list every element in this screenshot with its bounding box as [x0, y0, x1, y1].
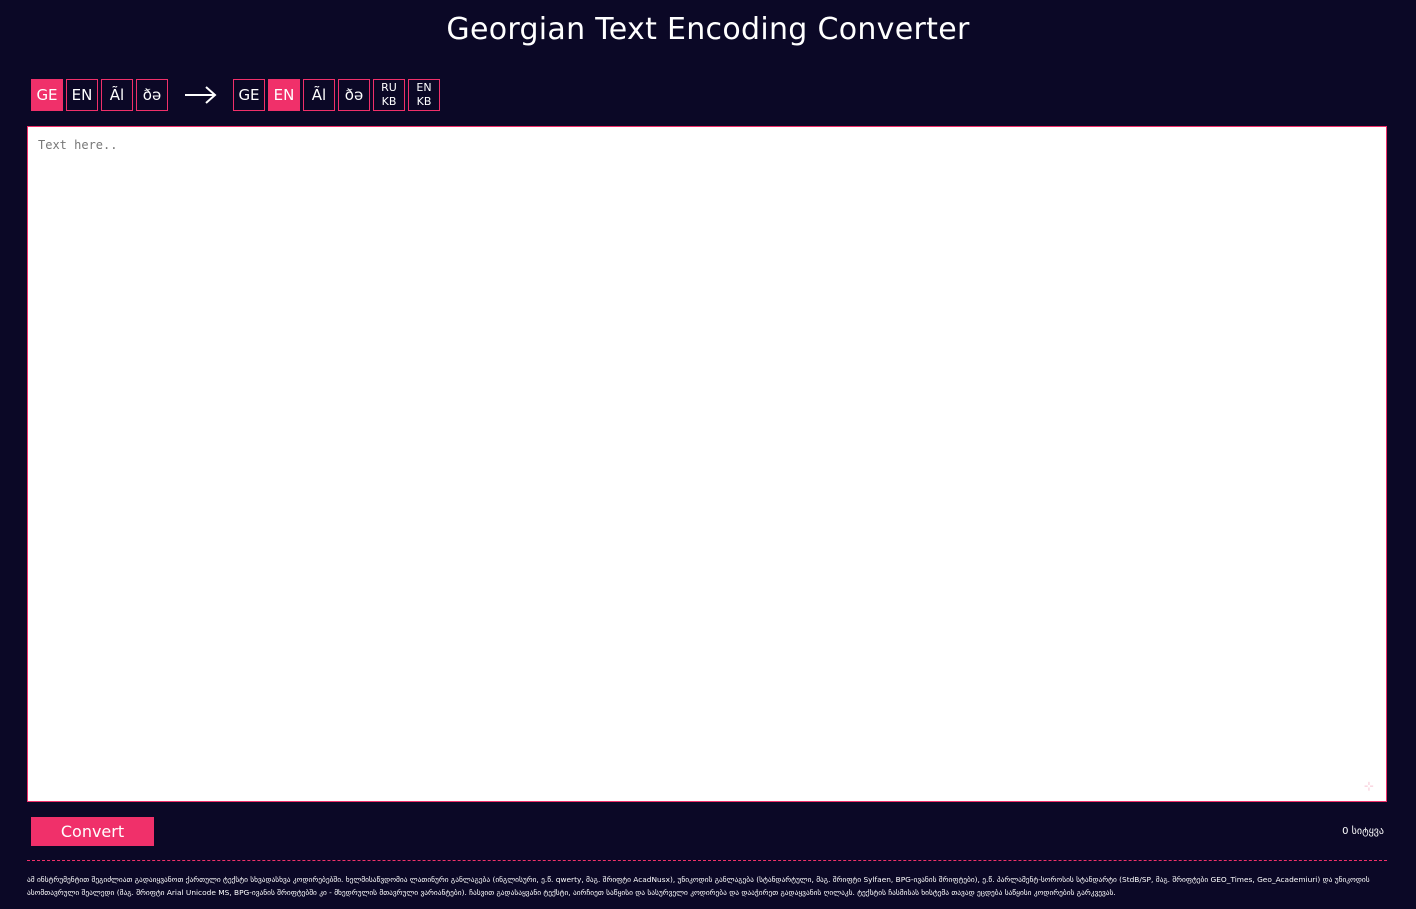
text-input[interactable]	[28, 127, 1386, 801]
description-text: ამ ინსტრუმენტით შეგიძლიათ გადაიყვანოთ ქა…	[27, 875, 1370, 897]
encoding-selector: GE EN Ãl ðə GE EN Ãl ðə RU KB EN KB	[31, 79, 443, 111]
arrow-right-icon	[171, 85, 231, 105]
target-encoding-unicode-caps[interactable]: ðə	[338, 79, 370, 111]
word-counter: 0 სიტყვა	[1342, 826, 1384, 837]
target-encoding-stdb[interactable]: Ãl	[303, 79, 335, 111]
text-editor: ⊹	[27, 126, 1387, 802]
source-encoding-stdb[interactable]: Ãl	[101, 79, 133, 111]
source-encoding-unicode-caps[interactable]: ðə	[136, 79, 168, 111]
en-kb-label-bottom: KB	[416, 95, 432, 108]
divider	[27, 860, 1387, 861]
resize-handle-icon[interactable]: ⊹	[1362, 779, 1376, 793]
page-title: Georgian Text Encoding Converter	[446, 12, 970, 47]
target-encoding-en-kb[interactable]: EN KB	[408, 79, 440, 111]
target-encoding-ru-kb[interactable]: RU KB	[373, 79, 405, 111]
source-encoding-en[interactable]: EN	[66, 79, 98, 111]
source-encoding-ge[interactable]: GE	[31, 79, 63, 111]
target-encoding-ge[interactable]: GE	[233, 79, 265, 111]
en-kb-label-top: EN	[416, 81, 432, 94]
ru-kb-label-top: RU	[381, 81, 397, 94]
ru-kb-label-bottom: KB	[381, 95, 397, 108]
convert-button[interactable]: Convert	[31, 817, 154, 846]
target-encoding-en[interactable]: EN	[268, 79, 300, 111]
